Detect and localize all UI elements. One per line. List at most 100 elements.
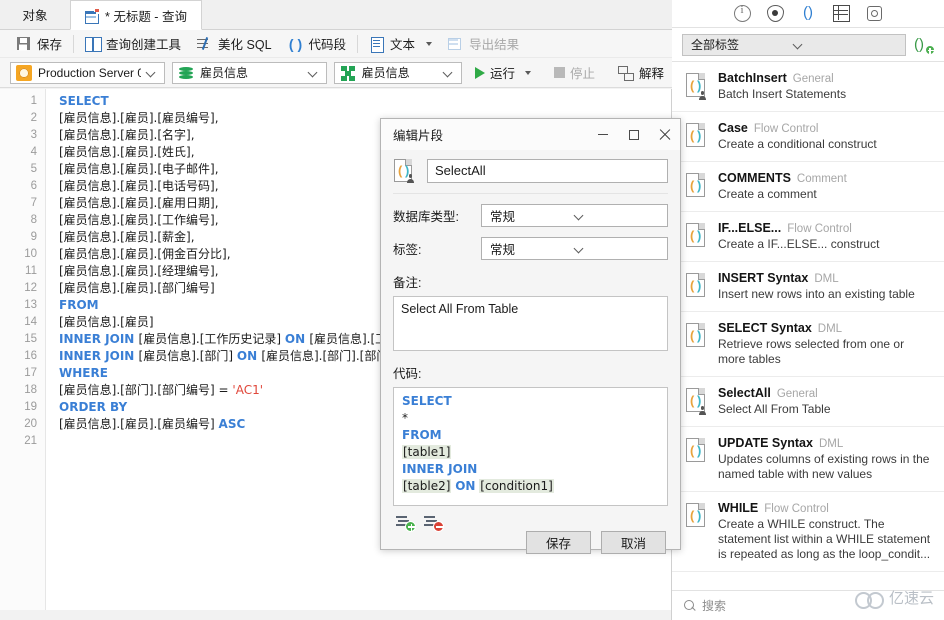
snippet-category: Flow Control xyxy=(764,503,829,515)
run-label: 运行 xyxy=(489,67,515,81)
dialog-cancel-button[interactable]: 取消 xyxy=(601,531,666,554)
search-placeholder: 搜索 xyxy=(702,599,727,613)
code-textarea[interactable]: SELECT * FROM [table1] INNER JOIN [table2] … xyxy=(393,387,668,506)
tag-filter-select[interactable]: 全部标签 xyxy=(682,33,906,56)
snippet-code-line: SELECT xyxy=(402,393,659,410)
chevron-down-icon[interactable] xyxy=(426,41,433,46)
db-type-select[interactable]: 常规 xyxy=(481,204,668,227)
dialog-title-bar[interactable]: 编辑片段 xyxy=(381,119,680,150)
remove-parameter-button[interactable] xyxy=(424,515,444,532)
snippet-text: WHILE Flow Control Create a WHILE construc… xyxy=(718,501,934,562)
chevron-down-icon[interactable] xyxy=(524,70,531,75)
chevron-down-icon xyxy=(147,68,156,77)
tab-objects[interactable]: 对象 xyxy=(0,0,70,29)
minimize-icon xyxy=(597,133,608,136)
beautify-sql-button[interactable]: 美化 SQL xyxy=(189,32,280,56)
line-number: 19 xyxy=(24,401,37,413)
hexagon-icon[interactable] xyxy=(866,5,883,22)
snippet-parameter[interactable]: [table1] xyxy=(402,445,452,459)
database-select-value: 雇员信息 xyxy=(200,66,249,80)
code-token: INNER JOIN xyxy=(59,332,139,346)
snippet-list-item[interactable]: () INSERT Syntax DML Insert new rows into a… xyxy=(672,262,944,312)
code-token: [雇员信息].[雇员].[电子邮件], xyxy=(59,162,219,176)
snippet-description: Updates columns of existing rows in the … xyxy=(718,452,930,481)
stop-icon xyxy=(553,67,565,78)
horizontal-scrollbar[interactable] xyxy=(0,610,671,620)
snippet-list-item[interactable]: () UPDATE Syntax DML Updates columns of exi… xyxy=(672,427,944,492)
snippet-code-line: [table1] xyxy=(402,444,659,461)
line-number: 15 xyxy=(24,333,37,345)
snippet-header: IF...ELSE... Flow Control xyxy=(718,221,934,235)
code-token: [雇员信息].[雇员].[工作编号], xyxy=(59,213,219,227)
run-button[interactable]: 运行 xyxy=(469,61,539,85)
code-token: 'AC1' xyxy=(232,383,264,397)
snippet-name-input[interactable]: SelectAll xyxy=(427,159,668,183)
maximize-button[interactable] xyxy=(618,119,649,150)
toolbar-divider-2 xyxy=(357,34,359,53)
export-icon xyxy=(448,36,464,52)
line-number: 4 xyxy=(30,146,37,158)
snippet-title: UPDATE Syntax xyxy=(718,436,813,450)
close-button[interactable] xyxy=(649,119,680,150)
code-token: [雇员信息].[部门].[部门编号] = xyxy=(59,383,233,397)
query-builder-label: 查询创建工具 xyxy=(106,38,182,52)
snippet-parameter[interactable]: [condition1] xyxy=(479,479,554,493)
snippet-list-item[interactable]: () COMMENTS Comment Create a comment xyxy=(672,162,944,212)
stop-button[interactable]: 停止 xyxy=(546,61,603,85)
minus-badge-icon xyxy=(433,521,444,532)
snippet-category: DML xyxy=(817,323,843,335)
snippet-list-item[interactable]: () IF...ELSE... Flow Control Create a IF...… xyxy=(672,212,944,262)
tab-query[interactable]: * 无标题 - 查询 xyxy=(70,0,202,30)
snippet-list-item[interactable]: () WHILE Flow Control Create a WHILE constr… xyxy=(672,492,944,572)
code-token: [雇员信息].[雇员].[雇员编号], xyxy=(59,111,219,125)
remark-textarea[interactable]: Select All From Table xyxy=(393,296,668,351)
snippet-description: Create a WHILE construct. The statement … xyxy=(718,517,931,561)
line-number: 1 xyxy=(30,95,37,107)
tab-query-label: * 无标题 - 查询 xyxy=(105,9,187,24)
snippet-text: UPDATE Syntax DML Updates columns of exist… xyxy=(718,436,934,482)
snippet-list[interactable]: () BatchInsert General Batch Insert Stateme… xyxy=(672,62,944,590)
snippet-code-line: [table2] ON [condition1] xyxy=(402,478,659,495)
tag-select[interactable]: 常规 xyxy=(481,237,668,260)
line-number: 17 xyxy=(24,367,37,379)
explain-button[interactable]: 解释 xyxy=(610,61,672,85)
snippet-token: SELECT xyxy=(402,394,452,408)
snippet-list-item[interactable]: () SelectAll General Select All From Table xyxy=(672,377,944,427)
text-label: 文本 xyxy=(390,38,416,52)
eye-icon[interactable] xyxy=(766,5,784,22)
main-toolbar: 保存 查询创建工具 美化 SQL ( ) 代码段 文本 导出结果 xyxy=(0,30,672,58)
code-token: [雇员信息].[工作历史记录] xyxy=(138,332,285,346)
parameter-buttons xyxy=(393,515,668,532)
tag-label: 标签: xyxy=(393,243,422,257)
chevron-down-icon xyxy=(575,211,660,220)
server-select[interactable]: Production Server 02 xyxy=(10,61,165,84)
application-window: 对象 * 无标题 - 查询 保存 查询创建工具 美化 SQL ( ) 代码段 文… xyxy=(0,0,944,620)
minimize-button[interactable] xyxy=(587,119,618,150)
add-snippet-button[interactable]: () xyxy=(914,35,935,55)
snippet-list-item[interactable]: () BatchInsert General Batch Insert Stateme… xyxy=(672,62,944,112)
snippet-list-item[interactable]: () Case Flow Control Create a conditional c… xyxy=(672,112,944,162)
info-icon[interactable] xyxy=(733,4,751,22)
snippet-title: SelectAll xyxy=(718,386,771,400)
line-number: 20 xyxy=(24,418,37,430)
table-select[interactable]: 雇员信息 xyxy=(333,61,462,84)
dialog-save-button[interactable]: 保存 xyxy=(526,531,591,554)
add-parameter-button[interactable] xyxy=(396,515,416,532)
save-button[interactable]: 保存 xyxy=(8,32,70,56)
database-select[interactable]: 雇员信息 xyxy=(172,61,327,84)
query-builder-button[interactable]: 查询创建工具 xyxy=(77,32,189,56)
export-result-button[interactable]: 导出结果 xyxy=(440,32,527,56)
tab-objects-label: 对象 xyxy=(22,8,48,23)
snippet-button[interactable]: ( ) 代码段 xyxy=(280,32,355,56)
code-token: ON xyxy=(236,349,262,363)
text-mode-button[interactable]: 文本 xyxy=(361,32,440,56)
snippet-list-item[interactable]: () SELECT Syntax DML Retrieve rows selected… xyxy=(672,312,944,377)
snippet-title: INSERT Syntax xyxy=(718,271,809,285)
snippet-parameter[interactable]: [table2] xyxy=(402,479,452,493)
table-icon[interactable] xyxy=(832,5,850,22)
snippet-category: DML xyxy=(814,273,839,285)
snippet-title: BatchInsert xyxy=(718,71,787,85)
parentheses-icon[interactable]: () xyxy=(800,5,817,22)
line-number: 12 xyxy=(24,282,37,294)
snippet-category: General xyxy=(776,388,818,400)
